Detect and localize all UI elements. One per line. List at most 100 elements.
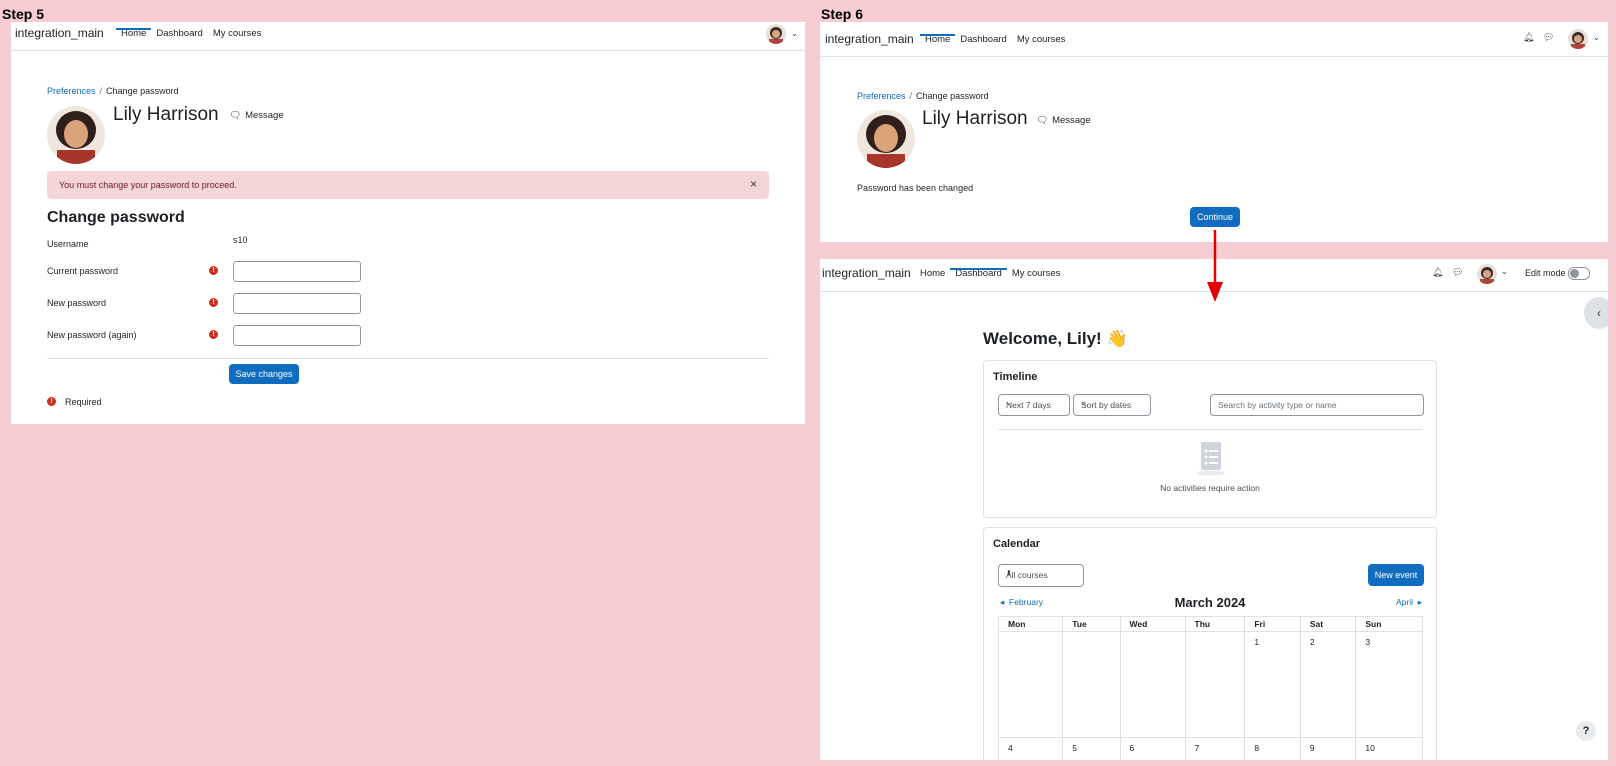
site-brand[interactable]: integration_main <box>822 266 911 280</box>
nav-dashboard[interactable]: Dashboard <box>955 34 1011 57</box>
nav-my-courses[interactable]: My courses <box>208 28 267 51</box>
breadcrumb-preferences[interactable]: Preferences <box>857 91 906 101</box>
weekday-sun: Sun <box>1355 616 1423 632</box>
password-changed-notice: Password has been changed <box>857 183 974 193</box>
nav-dashboard[interactable]: Dashboard <box>151 28 207 51</box>
chat-icon[interactable]: 💬︎ <box>1452 267 1463 278</box>
calendar-day-cell[interactable]: 9 <box>1299 737 1357 760</box>
site-brand[interactable]: integration_main <box>825 32 914 46</box>
profile-photo-icon <box>857 110 915 168</box>
calendar-day-cell[interactable]: 8 <box>1244 737 1301 760</box>
nav-my-courses[interactable]: My courses <box>1012 34 1071 57</box>
calendar-course-filter[interactable]: All courses ⬍ <box>998 564 1084 587</box>
timeline-empty-message: No activities require action <box>1160 483 1260 493</box>
chevron-down-icon: ⌄ <box>1081 400 1087 407</box>
select-arrows-icon: ⬍ <box>1006 570 1012 577</box>
step6-label: Step 6 <box>821 6 864 22</box>
calendar-day-cell[interactable] <box>997 631 1064 738</box>
calendar-week-row: 4 5 6 7 8 9 10 <box>997 737 1423 760</box>
required-icon: ! <box>209 266 218 275</box>
alert-banner: You must change your password to proceed… <box>47 171 769 199</box>
dashboard-panel: integration_main Home Dashboard My cours… <box>820 259 1608 760</box>
timeline-sort[interactable]: Sort by dates ⌄ <box>1073 394 1151 416</box>
calendar-day-cell[interactable]: 3 <box>1355 631 1423 738</box>
calendar-day-cell[interactable]: 10 <box>1355 737 1423 760</box>
calendar-grid: Mon Tue Wed Thu Fri Sat Sun 1 2 3 4 5 6 <box>997 616 1423 760</box>
nav-home[interactable]: Home <box>920 34 956 57</box>
user-avatar[interactable] <box>1477 264 1497 284</box>
timeline-title: Timeline <box>993 371 1038 383</box>
timeline-day-filter[interactable]: Next 7 days ⌄ <box>998 394 1070 416</box>
close-icon[interactable]: × <box>750 177 757 191</box>
nav-home[interactable]: Home <box>915 268 950 290</box>
save-changes-button[interactable]: Save changes <box>229 364 299 384</box>
calendar-title: Calendar <box>993 538 1041 550</box>
user-fullname: Lily Harrison <box>113 104 219 125</box>
nav-dashboard[interactable]: Dashboard <box>950 268 1008 290</box>
user-avatar[interactable] <box>1568 29 1588 49</box>
primary-nav: Home Dashboard My courses <box>116 28 266 51</box>
calendar-day-cell[interactable] <box>1184 631 1246 738</box>
weekday-mon: Mon <box>997 616 1064 632</box>
step6-panel: integration_main Home Dashboard My cours… <box>820 22 1608 242</box>
timeline-search-input[interactable]: Search by activity type or name <box>1210 394 1424 416</box>
site-brand[interactable]: integration_main <box>15 26 104 40</box>
new-password-label: New password <box>47 298 107 308</box>
weekday-wed: Wed <box>1119 616 1186 632</box>
calendar-day-cell[interactable] <box>1062 631 1121 738</box>
current-password-input[interactable] <box>233 261 361 282</box>
calendar-block: Calendar All courses ⬍ New event ◂ Februa… <box>983 527 1437 760</box>
message-button[interactable]: 🗨 Message <box>1036 115 1091 126</box>
bell-icon[interactable]: 🔔︎ <box>1523 32 1534 43</box>
weekday-fri: Fri <box>1244 616 1301 632</box>
user-avatar[interactable] <box>766 24 786 44</box>
calendar-day-cell[interactable]: 6 <box>1119 737 1186 760</box>
primary-nav: Home Dashboard My courses <box>920 34 1070 57</box>
message-button[interactable]: 🗨 Message <box>229 110 284 121</box>
new-password-again-input[interactable] <box>233 325 361 346</box>
nav-my-courses[interactable]: My courses <box>1007 268 1066 290</box>
breadcrumb-preferences[interactable]: Preferences <box>47 86 96 96</box>
empty-activities-icon <box>1197 442 1225 476</box>
weekday-tue: Tue <box>1062 616 1121 632</box>
transition-arrow <box>1207 230 1223 302</box>
avatar-photo-icon <box>1477 264 1497 284</box>
user-menu-chevron-icon[interactable]: ⌄ <box>1593 33 1600 42</box>
chat-icon[interactable]: 💬︎ <box>1543 32 1554 43</box>
calendar-week-row: 1 2 3 <box>997 631 1423 738</box>
calendar-day-cell[interactable]: 1 <box>1244 631 1301 738</box>
calendar-day-cell[interactable]: 4 <box>997 737 1064 760</box>
message-label: Message <box>1052 115 1091 126</box>
bell-icon[interactable]: 🔔︎ <box>1432 267 1443 278</box>
calendar-day-cell[interactable]: 7 <box>1184 737 1246 760</box>
timeline-divider <box>998 429 1422 430</box>
avatar-photo-icon <box>766 24 786 44</box>
message-label: Message <box>245 110 284 121</box>
calendar-next-label: April <box>1395 597 1413 607</box>
calendar-month-title: March 2024 <box>1174 595 1246 610</box>
required-icon: ! <box>209 298 218 307</box>
message-bubble-icon: 🗨 <box>229 110 242 121</box>
new-event-button[interactable]: New event <box>1368 564 1424 586</box>
help-button[interactable]: ? <box>1576 721 1596 741</box>
continue-button[interactable]: Continue <box>1190 207 1240 227</box>
breadcrumb: Preferences / Change password <box>47 86 179 96</box>
user-fullname: Lily Harrison <box>922 108 1028 129</box>
drawer-open-chevron-icon[interactable]: ‹ <box>1584 297 1608 329</box>
calendar-day-cell[interactable] <box>1119 631 1186 738</box>
calendar-header-row: Mon Tue Wed Thu Fri Sat Sun <box>997 616 1423 632</box>
nav-home[interactable]: Home <box>116 28 152 51</box>
caret-right-icon: ▸ <box>1417 597 1422 607</box>
user-menu-chevron-icon[interactable]: ⌄ <box>791 29 798 38</box>
edit-mode-toggle[interactable] <box>1568 267 1590 280</box>
welcome-heading: Welcome, Lily! 👋 <box>983 329 1128 348</box>
calendar-next-month[interactable]: April ▸ <box>1396 597 1422 608</box>
calendar-day-cell[interactable]: 5 <box>1062 737 1121 760</box>
required-legend-icon: ! <box>47 397 56 406</box>
required-legend: Required <box>65 397 102 407</box>
timeline-search-placeholder: Search by activity type or name <box>1218 400 1337 410</box>
calendar-day-cell[interactable]: 2 <box>1299 631 1357 738</box>
user-menu-chevron-icon[interactable]: ⌄ <box>1501 267 1508 276</box>
new-password-input[interactable] <box>233 293 361 314</box>
new-password-again-label: New password (again) <box>47 330 137 340</box>
